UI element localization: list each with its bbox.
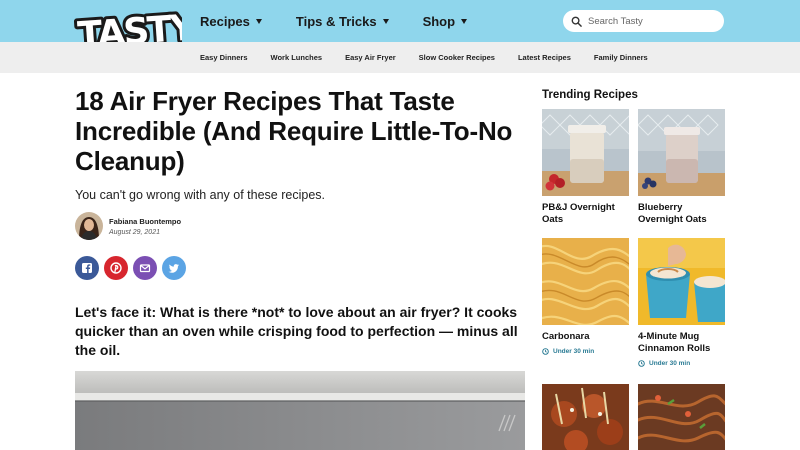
trending-recipes-title: Trending Recipes	[542, 89, 638, 101]
cook-time: Under 30 min	[638, 360, 725, 367]
byline: Fabiana Buontempo August 29, 2021	[75, 212, 181, 240]
clock-icon	[638, 360, 645, 367]
chevron-down-icon	[382, 18, 389, 24]
search-box[interactable]	[563, 10, 724, 32]
author-name[interactable]: Fabiana Buontempo	[109, 217, 181, 226]
nav-recipes[interactable]: Recipes	[200, 14, 262, 29]
recipe-card[interactable]	[542, 384, 629, 450]
recipe-thumbnail	[638, 109, 725, 196]
nav-tips-and-tricks[interactable]: Tips & Tricks	[296, 14, 389, 29]
recipe-card-pbj-oats[interactable]: PB&J Overnight Oats	[542, 109, 629, 226]
recipe-card-title[interactable]: Blueberry Overnight Oats	[638, 202, 725, 226]
article-dek: You can't go wrong with any of these rec…	[75, 188, 325, 202]
nav-shop[interactable]: Shop	[423, 14, 468, 29]
article-lede: Let's face it: What is there *not* to lo…	[75, 304, 518, 358]
page-title: 18 Air Fryer Recipes That Taste Incredib…	[75, 86, 513, 176]
cook-time-label: Under 30 min	[553, 348, 595, 355]
twitter-share-button[interactable]	[162, 256, 186, 280]
publish-date: August 29, 2021	[109, 228, 160, 236]
sub-nav: Easy Dinners Work Lunches Easy Air Fryer…	[0, 42, 800, 73]
facebook-icon	[82, 263, 92, 273]
main-nav: Recipes Tips & Tricks Shop	[200, 0, 501, 42]
hero-image	[75, 371, 525, 450]
recipe-card-title[interactable]: 4-Minute Mug Cinnamon Rolls	[638, 331, 725, 355]
recipe-card-blueberry-oats[interactable]: Blueberry Overnight Oats	[638, 109, 725, 226]
subnav-slow-cooker[interactable]: Slow Cooker Recipes	[419, 53, 495, 62]
recipe-card-title[interactable]: PB&J Overnight Oats	[542, 202, 629, 226]
recipe-card-title[interactable]: Carbonara	[542, 331, 629, 343]
recipe-thumbnail	[638, 384, 725, 450]
facebook-share-button[interactable]	[75, 256, 99, 280]
clock-icon	[542, 348, 549, 355]
chevron-down-icon	[461, 18, 468, 24]
recipe-thumbnail	[542, 238, 629, 325]
cook-time: Under 30 min	[542, 348, 629, 355]
email-icon	[139, 264, 151, 273]
nav-tips-label: Tips & Tricks	[295, 13, 377, 29]
search-icon	[571, 16, 582, 27]
recipe-card[interactable]	[638, 384, 725, 450]
share-buttons	[75, 256, 191, 280]
chevron-down-icon	[255, 18, 262, 24]
subnav-latest-recipes[interactable]: Latest Recipes	[518, 53, 571, 62]
email-share-button[interactable]	[133, 256, 157, 280]
search-input[interactable]	[588, 15, 718, 27]
pinterest-share-button[interactable]	[104, 256, 128, 280]
pinterest-icon	[110, 262, 122, 274]
nav-shop-label: Shop	[422, 13, 456, 29]
top-header: TASTY Recipes Tips & Tricks Shop	[0, 0, 800, 59]
recipe-thumbnail	[638, 238, 725, 325]
nav-recipes-label: Recipes	[200, 13, 250, 29]
cook-time-label: Under 30 min	[649, 360, 691, 367]
subnav-family-dinners[interactable]: Family Dinners	[594, 53, 648, 62]
recipe-card-mug-cinnamon-rolls[interactable]: 4-Minute Mug Cinnamon Rolls Under 30 min	[638, 238, 725, 367]
avatar[interactable]	[75, 212, 103, 240]
twitter-icon	[168, 264, 179, 273]
recipe-thumbnail	[542, 109, 629, 196]
subnav-easy-air-fryer[interactable]: Easy Air Fryer	[345, 53, 396, 62]
recipe-card-carbonara[interactable]: Carbonara Under 30 min	[542, 238, 629, 355]
recipe-thumbnail	[542, 384, 629, 450]
subnav-easy-dinners[interactable]: Easy Dinners	[200, 53, 248, 62]
subnav-work-lunches[interactable]: Work Lunches	[271, 53, 323, 62]
